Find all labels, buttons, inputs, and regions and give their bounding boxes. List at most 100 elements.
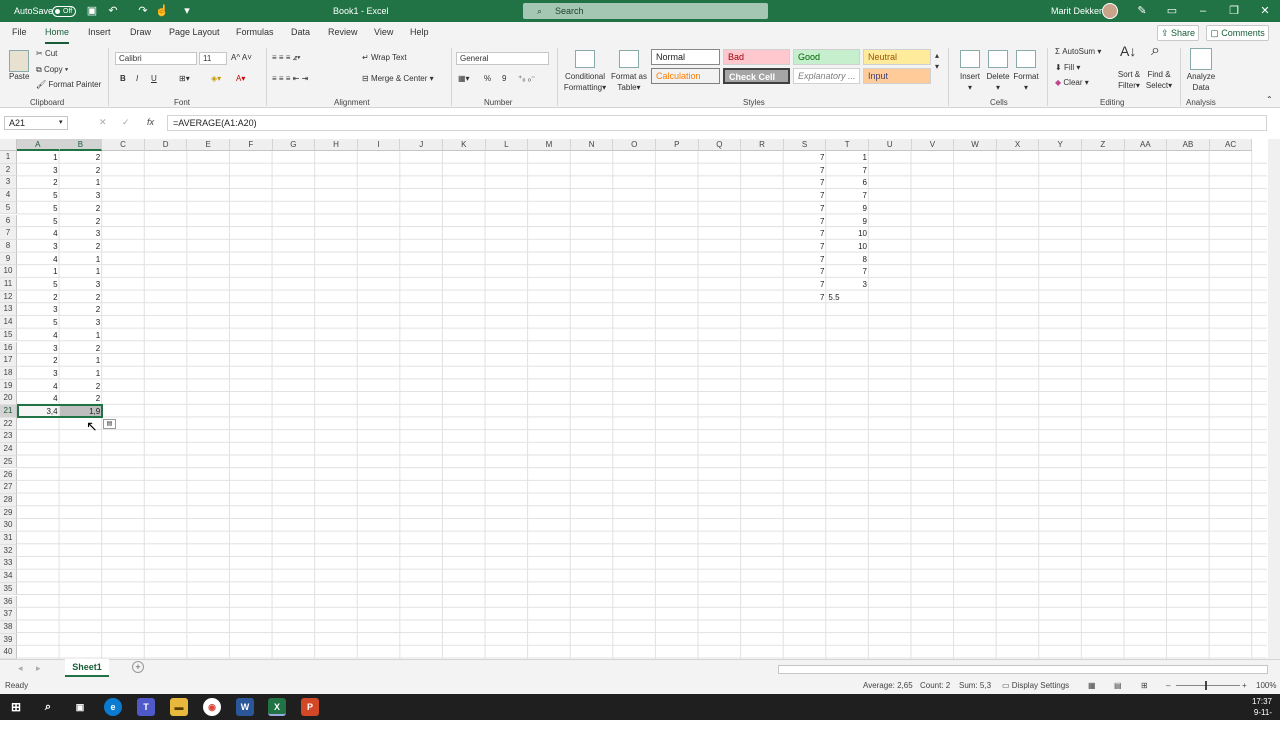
cell[interactable]: 2: [60, 202, 103, 215]
cell[interactable]: 2: [60, 151, 103, 164]
cell[interactable]: 7: [784, 189, 827, 202]
row-header[interactable]: 33: [0, 557, 17, 571]
row-header[interactable]: 16: [0, 341, 17, 355]
tab-page-layout[interactable]: Page Layout: [169, 22, 220, 44]
row-header[interactable]: 32: [0, 544, 17, 558]
row-header[interactable]: 37: [0, 608, 17, 621]
cell[interactable]: 4: [17, 380, 60, 393]
row-header[interactable]: 8: [0, 239, 17, 253]
column-header[interactable]: AA: [1124, 139, 1168, 151]
paste-icon[interactable]: [9, 50, 29, 72]
worksheet-grid[interactable]: A B C D E F G H I J K L M N O P Q R S T U V W X Y Z AA AB AC 1234567…: [0, 139, 1280, 659]
cut-button[interactable]: ✂ Cut: [36, 48, 57, 59]
customize-qat-icon[interactable]: ▾: [178, 0, 196, 22]
row-header[interactable]: 40: [0, 646, 17, 659]
column-header[interactable]: I: [357, 139, 401, 151]
column-header[interactable]: N: [570, 139, 614, 151]
teams-icon[interactable]: T: [137, 698, 155, 716]
cell[interactable]: 1: [60, 253, 103, 266]
analyze-data-button[interactable]: Analyze Data: [1183, 71, 1219, 93]
cell[interactable]: 9: [826, 215, 869, 228]
save-icon[interactable]: ▣: [83, 0, 101, 22]
cell[interactable]: 7: [784, 164, 827, 177]
row-header[interactable]: 39: [0, 633, 17, 647]
zoom-in-icon[interactable]: +: [1242, 678, 1247, 694]
cell[interactable]: 2: [60, 380, 103, 393]
cell[interactable]: 3: [60, 316, 103, 329]
delete-cells-button[interactable]: Delete ▾: [983, 71, 1013, 93]
cell[interactable]: 4: [17, 329, 60, 342]
comma-button[interactable]: 9: [502, 73, 506, 84]
align-top-icons[interactable]: ≡ ≡ ≡ ⦨▾: [272, 52, 301, 63]
column-header[interactable]: G: [272, 139, 316, 151]
find-select-button[interactable]: Find & Select▾: [1143, 69, 1175, 91]
column-header[interactable]: P: [656, 139, 699, 151]
cell[interactable]: 2: [60, 240, 103, 253]
column-header[interactable]: W: [954, 139, 997, 151]
word-icon[interactable]: W: [236, 698, 254, 716]
copy-button[interactable]: ⧉ Copy ▾: [36, 64, 68, 75]
column-header[interactable]: Q: [698, 139, 742, 151]
cell[interactable]: 2: [17, 176, 60, 189]
row-header[interactable]: 27: [0, 481, 17, 494]
cell[interactable]: 7: [784, 240, 827, 253]
row-header[interactable]: 9: [0, 252, 17, 266]
cell[interactable]: 4: [17, 392, 60, 405]
percent-button[interactable]: %: [484, 73, 491, 84]
column-header[interactable]: U: [869, 139, 912, 151]
style-bad[interactable]: Bad: [723, 49, 790, 65]
conditional-formatting-icon[interactable]: [575, 50, 595, 68]
decimal-icons[interactable]: ⁺₀ ₀⁻: [518, 73, 535, 84]
cell[interactable]: 3: [17, 342, 60, 355]
cell[interactable]: 7: [784, 278, 827, 291]
column-header[interactable]: AB: [1167, 139, 1210, 151]
autosave-toggle[interactable]: Off: [52, 6, 76, 17]
row-header[interactable]: 5: [0, 201, 17, 215]
font-size-select[interactable]: 11: [199, 52, 227, 65]
insert-function-button[interactable]: fx: [147, 117, 154, 127]
column-header[interactable]: Z: [1082, 139, 1125, 151]
powerpoint-icon[interactable]: P: [301, 698, 319, 716]
row-header[interactable]: 31: [0, 532, 17, 545]
tab-review[interactable]: Review: [328, 22, 358, 44]
analyze-data-icon[interactable]: [1190, 48, 1212, 70]
delete-cells-icon[interactable]: [988, 50, 1008, 68]
page-layout-view-icon[interactable]: ▤: [1114, 678, 1122, 694]
cell[interactable]: 3: [60, 189, 103, 202]
cell[interactable]: 4: [17, 227, 60, 240]
insert-cells-icon[interactable]: [960, 50, 980, 68]
cell[interactable]: 2: [60, 342, 103, 355]
format-cells-button[interactable]: Format ▾: [1011, 71, 1041, 93]
cell[interactable]: 3: [17, 240, 60, 253]
column-header[interactable]: J: [400, 139, 443, 151]
column-header[interactable]: C: [102, 139, 145, 151]
cell[interactable]: 3: [60, 278, 103, 291]
row-header[interactable]: 12: [0, 290, 17, 304]
formula-input[interactable]: =AVERAGE(A1:A20): [167, 115, 1267, 131]
tab-data[interactable]: Data: [291, 22, 310, 44]
cell[interactable]: 2: [17, 354, 60, 367]
column-header[interactable]: T: [826, 139, 869, 151]
row-header[interactable]: 20: [0, 392, 17, 405]
row-header[interactable]: 7: [0, 227, 17, 240]
borders-icon[interactable]: ⊞▾: [179, 73, 190, 84]
clear-button[interactable]: ◆ Clear ▾: [1055, 77, 1089, 88]
column-header[interactable]: V: [911, 139, 955, 151]
bold-button[interactable]: B: [120, 73, 126, 84]
style-neutral[interactable]: Neutral: [863, 49, 931, 65]
row-header[interactable]: 19: [0, 379, 17, 393]
cell[interactable]: 3: [17, 164, 60, 177]
page-break-view-icon[interactable]: ⊞: [1141, 678, 1148, 694]
ribbon-display-icon[interactable]: ▭: [1163, 0, 1181, 22]
column-header[interactable]: M: [528, 139, 571, 151]
cell[interactable]: 5: [17, 189, 60, 202]
row-header[interactable]: 34: [0, 570, 17, 583]
row-header[interactable]: 35: [0, 582, 17, 596]
cell[interactable]: 1: [60, 354, 103, 367]
cell[interactable]: 2: [60, 164, 103, 177]
row-header[interactable]: 11: [0, 278, 17, 291]
insert-cells-button[interactable]: Insert ▾: [955, 71, 985, 93]
cell[interactable]: 5: [17, 215, 60, 228]
redo-icon[interactable]: ↷: [134, 0, 152, 22]
cell[interactable]: 4: [17, 253, 60, 266]
